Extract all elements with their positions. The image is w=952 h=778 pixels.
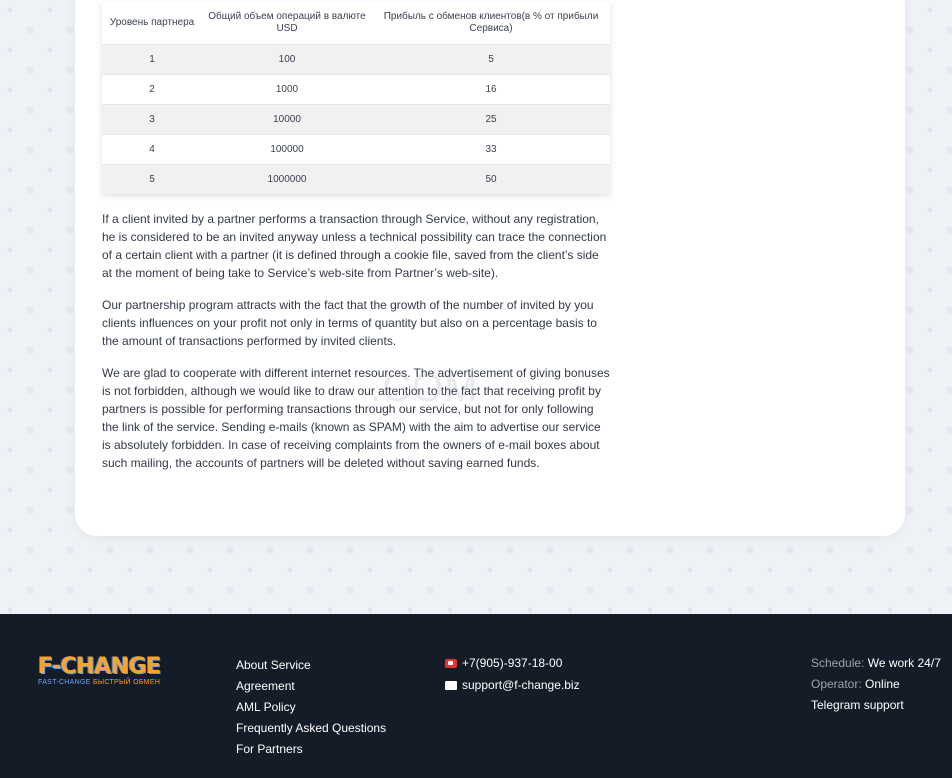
footer-phone[interactable]: +7(905)-937-18-00 — [445, 656, 562, 670]
table-cell: 1 — [102, 43, 202, 74]
table-row: 1 100 5 — [102, 43, 610, 74]
operator-info: Operator: Online — [811, 677, 900, 691]
paragraph-partnership-program: Our partnership program attracts with th… — [102, 298, 597, 348]
telegram-support-link[interactable]: Telegram support — [811, 698, 904, 712]
phone-number: +7(905)-937-18-00 — [462, 656, 563, 670]
footer-link-agreement[interactable]: Agreement — [236, 679, 295, 693]
logo-tagline-left: FAST-CHANGE — [38, 679, 91, 686]
f-change-logo[interactable]: F-CHANGE FAST-CHANGE БЫСТРЫЙ ОБМЕН — [38, 656, 178, 688]
table-cell: 50 — [372, 163, 610, 194]
paragraph-cooperation-rules: We are glad to cooperate with different … — [102, 366, 610, 470]
schedule-label: Schedule: — [811, 656, 865, 670]
footer-link-aml[interactable]: AML Policy — [236, 700, 296, 714]
table-cell: 25 — [372, 103, 610, 134]
table-cell: 1000 — [202, 73, 372, 104]
table-cell: 100000 — [202, 133, 372, 164]
telegram-info: Telegram support — [811, 698, 904, 712]
table-cell: 5 — [102, 163, 202, 194]
partner-levels-table: Уровень партнера Общий объем операций в … — [102, 2, 610, 194]
footer-nav: About Service Agreement AML Policy Frequ… — [236, 656, 386, 761]
mail-icon — [445, 680, 457, 690]
site-footer: F-CHANGE FAST-CHANGE БЫСТРЫЙ ОБМЕН About… — [0, 614, 952, 778]
paragraph-invited-client: If a client invited by a partner perform… — [102, 212, 607, 280]
operator-label: Operator: — [811, 677, 862, 691]
schedule-value: We work 24/7 — [867, 656, 941, 670]
watermark: .COM — [370, 366, 479, 410]
footer-email[interactable]: support@f-change.biz — [445, 678, 580, 692]
table-cell: 16 — [372, 73, 610, 104]
phone-icon — [445, 658, 457, 668]
table-cell: 33 — [372, 133, 610, 164]
table-cell: 5 — [372, 43, 610, 74]
table-cell: 10000 — [202, 103, 372, 134]
table-cell: 4 — [102, 133, 202, 164]
table-row: 4 100000 33 — [102, 133, 610, 164]
table-header-row: Уровень партнера Общий объем операций в … — [102, 2, 610, 44]
table-row: 3 10000 25 — [102, 103, 610, 134]
table-cell: 1000000 — [202, 163, 372, 194]
footer-link-about[interactable]: About Service — [236, 658, 311, 672]
header-partner-level: Уровень партнера — [109, 16, 195, 28]
logo-tagline-right: БЫСТРЫЙ ОБМЕН — [92, 679, 161, 686]
email-address: support@f-change.biz — [462, 678, 580, 692]
footer-link-partners[interactable]: For Partners — [236, 742, 303, 756]
table-cell: 3 — [102, 103, 202, 134]
schedule-info: Schedule: We work 24/7 — [811, 656, 941, 670]
header-operations-volume: Общий объем операций в валюте USD — [208, 10, 366, 34]
header-profit-percent: Прибыль с обменов клиентов(в % от прибыл… — [383, 10, 599, 34]
table-cell: 2 — [102, 73, 202, 104]
table-row: 2 1000 16 — [102, 73, 610, 104]
operator-status: Online — [865, 677, 900, 691]
table-row: 5 1000000 50 — [102, 163, 610, 194]
footer-link-faq[interactable]: Frequently Asked Questions — [236, 721, 386, 735]
table-cell: 100 — [202, 43, 372, 74]
logo-text: F-CHANGE — [38, 654, 161, 679]
logo-tagline: FAST-CHANGE БЫСТРЫЙ ОБМЕН — [38, 679, 178, 686]
